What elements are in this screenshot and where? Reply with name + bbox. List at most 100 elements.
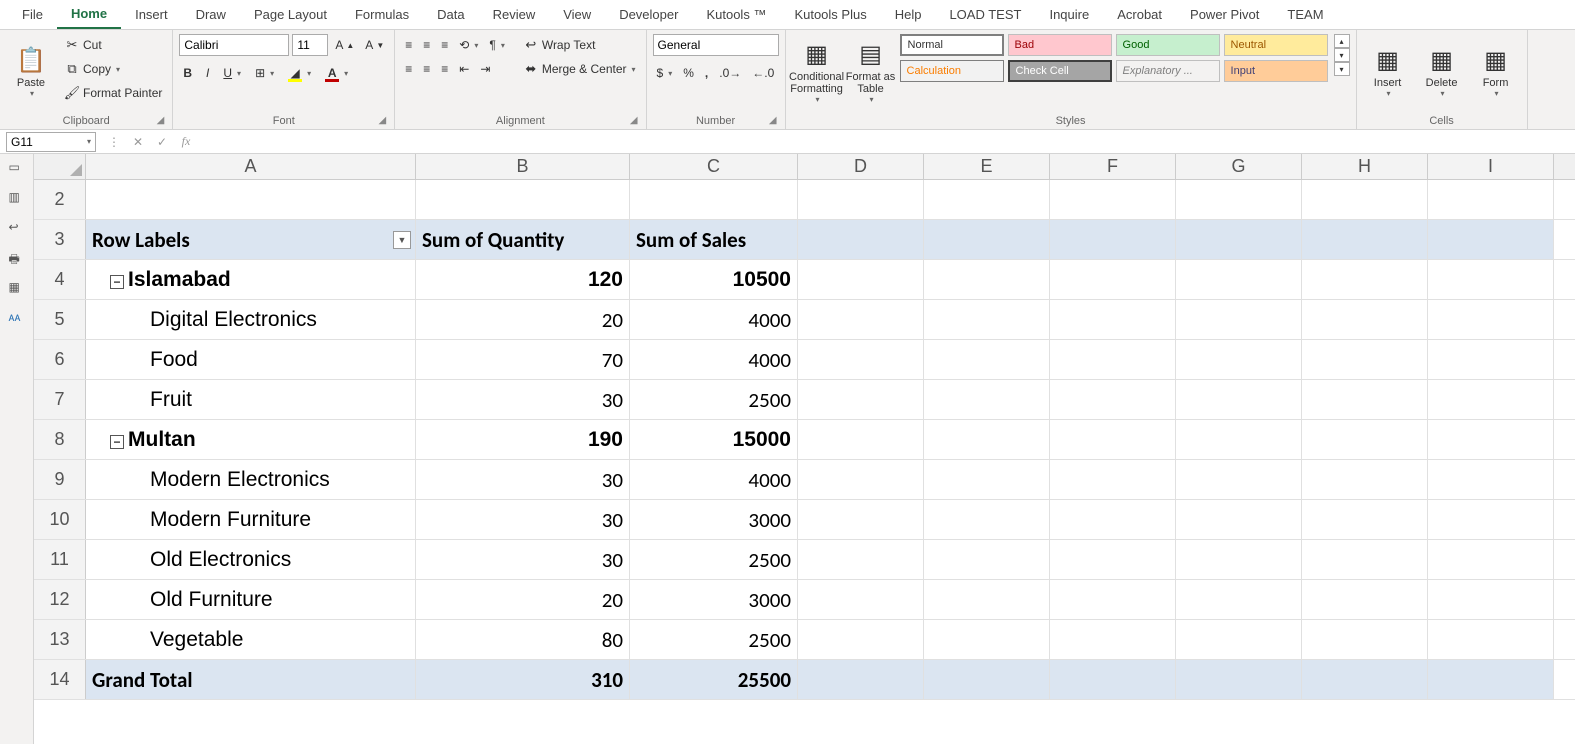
tab-team[interactable]: TEAM (1273, 0, 1337, 29)
cell[interactable]: Vegetable (86, 620, 416, 659)
enter-formula-button[interactable]: ✓ (150, 135, 174, 149)
tab-formulas[interactable]: Formulas (341, 0, 423, 29)
col-header-A[interactable]: A (86, 154, 416, 179)
cell[interactable]: Food (86, 340, 416, 379)
cell[interactable]: 4000 (630, 300, 798, 339)
accounting-format-button[interactable]: $ (653, 62, 677, 84)
cell[interactable]: −Islamabad (86, 260, 416, 299)
cell[interactable]: 4000 (630, 460, 798, 499)
font-name-select[interactable] (179, 34, 289, 56)
clipboard-launcher[interactable]: ◢ (157, 115, 165, 126)
style-normal[interactable]: Normal (900, 34, 1004, 56)
style-neutral[interactable]: Neutral (1224, 34, 1328, 56)
tab-file[interactable]: File (8, 0, 57, 29)
row-header[interactable]: 2 (34, 180, 86, 219)
number-launcher[interactable]: ◢ (769, 115, 777, 126)
tab-data[interactable]: Data (423, 0, 478, 29)
cell[interactable]: Old Electronics (86, 540, 416, 579)
align-center-button[interactable]: ≡ (419, 58, 434, 80)
align-left-button[interactable]: ≡ (401, 58, 416, 80)
cell[interactable]: Grand Total (86, 660, 416, 699)
copy-button[interactable]: ⧉Copy (60, 58, 166, 80)
cell[interactable]: 310 (416, 660, 630, 699)
cell[interactable]: 30 (416, 500, 630, 539)
cell[interactable]: 30 (416, 460, 630, 499)
comma-button[interactable]: , (701, 62, 712, 84)
font-launcher[interactable]: ◢ (379, 115, 387, 126)
side-icon-1[interactable]: ▭ (9, 160, 25, 176)
conditional-formatting-button[interactable]: ▦ Conditional Formatting (792, 34, 842, 110)
insert-cells-button[interactable]: ▦Insert (1363, 34, 1413, 110)
paste-button[interactable]: 📋 Paste (6, 34, 56, 110)
font-size-select[interactable] (292, 34, 328, 56)
cell[interactable]: 25500 (630, 660, 798, 699)
cell[interactable]: 2500 (630, 380, 798, 419)
worksheet[interactable]: A B C D E F G H I 2 3 Row Labels ▼ Sum o… (34, 154, 1575, 744)
italic-button[interactable]: I (202, 62, 213, 84)
style-input[interactable]: Input (1224, 60, 1328, 82)
row-header[interactable]: 9 (34, 460, 86, 499)
cell[interactable]: 80 (416, 620, 630, 659)
col-header-B[interactable]: B (416, 154, 630, 179)
side-icon-6[interactable]: ᴀᴀ (9, 310, 25, 326)
cell[interactable]: Fruit (86, 380, 416, 419)
decrease-indent-button[interactable]: ⇤ (455, 58, 473, 80)
orientation-button[interactable]: ⟲ (455, 34, 482, 56)
cut-button[interactable]: ✂Cut (60, 34, 166, 56)
side-icon-2[interactable]: ▥ (9, 190, 25, 206)
tab-load-test[interactable]: LOAD TEST (935, 0, 1035, 29)
name-box[interactable]: G11▾ (6, 132, 96, 152)
style-scroll-down[interactable]: ▾ (1334, 48, 1350, 62)
bold-button[interactable]: B (179, 62, 196, 84)
tab-inquire[interactable]: Inquire (1035, 0, 1103, 29)
cancel-formula-button[interactable]: ✕ (126, 135, 150, 149)
increase-indent-button[interactable]: ⇥ (476, 58, 494, 80)
tab-draw[interactable]: Draw (182, 0, 240, 29)
col-header-D[interactable]: D (798, 154, 924, 179)
tab-developer[interactable]: Developer (605, 0, 692, 29)
style-scroll-more[interactable]: ▾ (1334, 62, 1350, 76)
style-bad[interactable]: Bad (1008, 34, 1112, 56)
cell[interactable] (86, 180, 416, 219)
row-header[interactable]: 6 (34, 340, 86, 379)
cell[interactable] (630, 180, 798, 219)
cell[interactable]: 30 (416, 380, 630, 419)
cell[interactable]: 4000 (630, 340, 798, 379)
cell[interactable]: 2500 (630, 540, 798, 579)
col-header-F[interactable]: F (1050, 154, 1176, 179)
row-header[interactable]: 5 (34, 300, 86, 339)
increase-decimal-button[interactable]: .0→ (715, 62, 745, 84)
format-as-table-button[interactable]: ▤ Format as Table (846, 34, 896, 110)
wrap-text-button[interactable]: ↩Wrap Text (519, 34, 640, 56)
cell[interactable]: 3000 (630, 580, 798, 619)
side-icon-4[interactable]: 🖶 (9, 250, 25, 266)
col-header-H[interactable]: H (1302, 154, 1428, 179)
align-bottom-button[interactable]: ≡ (437, 34, 452, 56)
tab-home[interactable]: Home (57, 0, 121, 29)
col-header-E[interactable]: E (924, 154, 1050, 179)
align-top-button[interactable]: ≡ (401, 34, 416, 56)
style-check-cell[interactable]: Check Cell (1008, 60, 1112, 82)
tab-review[interactable]: Review (479, 0, 550, 29)
cell[interactable]: 190 (416, 420, 630, 459)
row-header[interactable]: 8 (34, 420, 86, 459)
tab-power-pivot[interactable]: Power Pivot (1176, 0, 1273, 29)
style-scroll-up[interactable]: ▴ (1334, 34, 1350, 48)
col-header-G[interactable]: G (1176, 154, 1302, 179)
cell[interactable]: 20 (416, 300, 630, 339)
row-header[interactable]: 10 (34, 500, 86, 539)
select-all-corner[interactable] (34, 154, 86, 179)
cell[interactable]: Sum of Quantity (416, 220, 630, 259)
decrease-decimal-button[interactable]: ←.0 (748, 62, 778, 84)
format-cells-button[interactable]: ▦Form (1471, 34, 1521, 110)
cell[interactable]: Old Furniture (86, 580, 416, 619)
col-header-C[interactable]: C (630, 154, 798, 179)
cell[interactable]: 120 (416, 260, 630, 299)
cell[interactable]: −Multan (86, 420, 416, 459)
cell[interactable]: 70 (416, 340, 630, 379)
col-header-I[interactable]: I (1428, 154, 1554, 179)
row-header[interactable]: 4 (34, 260, 86, 299)
style-explanatory[interactable]: Explanatory ... (1116, 60, 1220, 82)
formula-input[interactable] (198, 132, 1575, 152)
align-right-button[interactable]: ≡ (437, 58, 452, 80)
